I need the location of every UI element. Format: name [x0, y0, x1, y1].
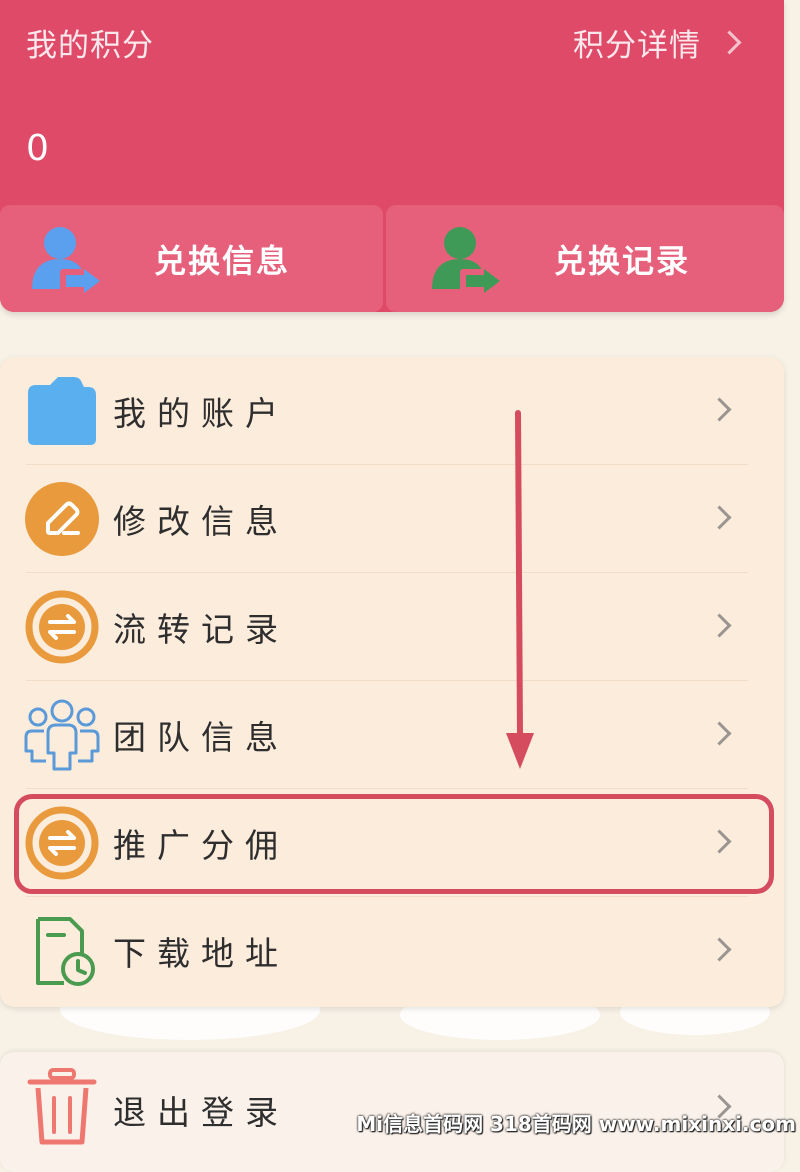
trash-icon	[27, 1068, 97, 1145]
chevron-right-icon	[707, 937, 732, 962]
menu-item-download-address[interactable]: 下载地址	[0, 897, 784, 1005]
points-detail-link[interactable]: 积分详情	[573, 20, 742, 65]
points-detail-label: 积分详情	[573, 28, 701, 64]
folder-icon	[28, 377, 96, 445]
exchange-info-label: 兑换信息	[154, 241, 291, 280]
transfer-icon	[25, 590, 99, 664]
chevron-right-icon	[707, 613, 732, 638]
user-transfer-icon	[432, 226, 500, 293]
highlight-annotation-box	[14, 794, 774, 894]
menu-item-transfer-records[interactable]: 流转记录	[0, 573, 784, 681]
menu-item-label: 修改信息	[113, 502, 289, 541]
exchange-record-label: 兑换记录	[554, 241, 691, 280]
menu-item-edit-info[interactable]: 修改信息	[0, 465, 784, 573]
menu-item-my-account[interactable]: 我的账户	[0, 357, 784, 465]
menu-item-label: 流转记录	[113, 610, 289, 649]
menu-item-label: 下载地址	[113, 934, 289, 973]
user-transfer-icon	[32, 226, 100, 293]
chevron-right-icon	[707, 505, 732, 530]
exchange-record-button[interactable]: 兑换记录	[386, 205, 784, 312]
chevron-right-icon	[717, 30, 742, 55]
menu-card: 我的账户 修改信息 流转记录 团队信息 推广分佣 下载地址	[0, 357, 784, 1007]
menu-item-label: 我的账户	[113, 394, 289, 433]
chevron-right-icon	[707, 397, 732, 422]
exchange-info-button[interactable]: 兑换信息	[0, 205, 383, 312]
edit-icon	[25, 482, 99, 556]
points-card: 我的积分 积分详情 0 兑换信息 兑换记录	[0, 0, 784, 312]
team-icon	[24, 699, 100, 771]
document-clock-icon	[36, 917, 95, 986]
points-value: 0	[26, 128, 49, 169]
down-arrow-annotation-icon	[506, 410, 534, 769]
logout-label: 退出登录	[113, 1093, 289, 1132]
points-title: 我的积分	[26, 28, 154, 64]
watermark-text: Mi信息首码网 318首码网 www.mixinxi.com	[356, 1112, 796, 1136]
chevron-right-icon	[707, 721, 732, 746]
menu-item-team-info[interactable]: 团队信息	[0, 681, 784, 789]
menu-item-label: 团队信息	[113, 718, 289, 757]
